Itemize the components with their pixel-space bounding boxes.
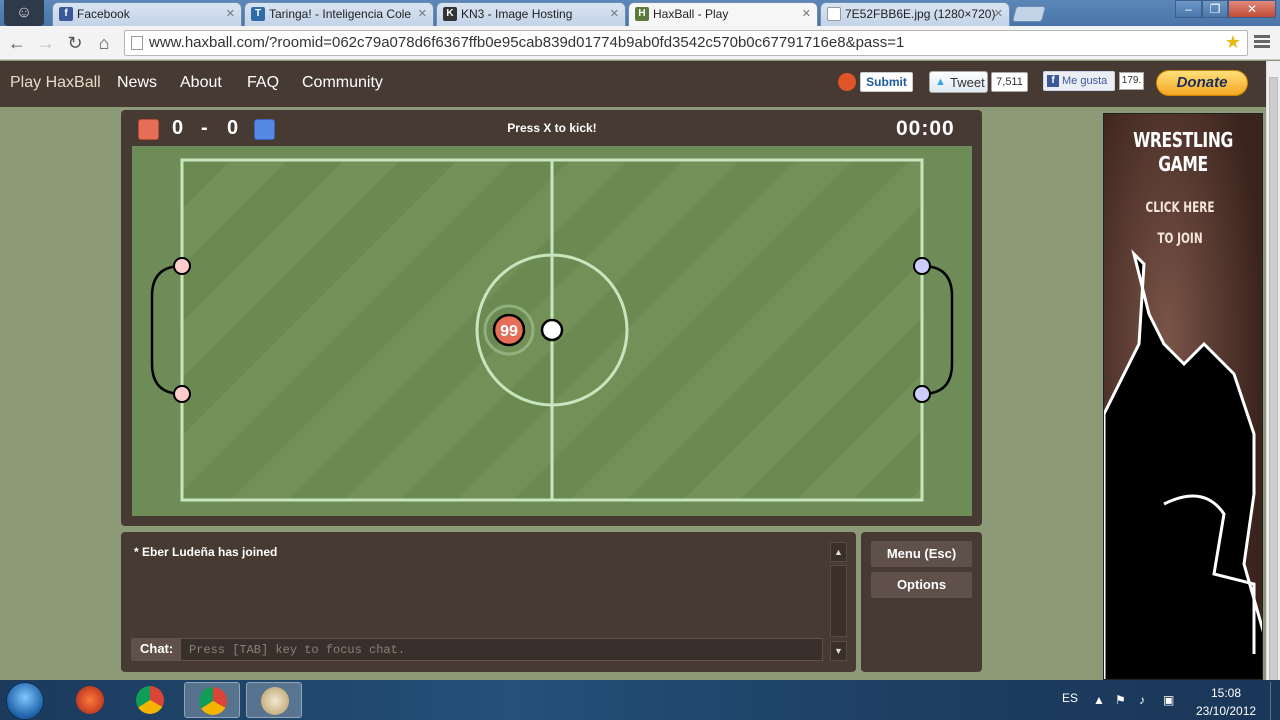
tab-kn3[interactable]: K KN3 - Image Hosting ✕ [436,2,626,26]
red-score: 0 [172,117,184,139]
nav-about[interactable]: About [180,74,222,92]
donate-button[interactable]: Donate [1156,70,1248,96]
tab-haxball[interactable]: H HaxBall - Play ✕ [628,2,818,26]
taskbar-chrome-active[interactable] [184,682,240,718]
language-indicator[interactable]: ES [1062,691,1078,705]
wrestler-silhouette-icon [1104,249,1262,679]
player-number: 99 [500,323,518,340]
brand-link[interactable]: Play HaxBall [10,74,101,92]
url-text: www.haxball.com/?roomid=062c79a078d6f636… [149,34,905,51]
taskbar-paint[interactable] [246,682,302,718]
reload-icon[interactable]: ↻ [64,32,86,54]
right-goal-net [921,264,954,396]
tab-label: HaxBall - Play [653,7,729,21]
maximize-button[interactable]: ❐ [1202,0,1228,18]
close-icon[interactable]: ✕ [418,7,427,20]
left-goal-net [150,264,183,396]
profile-avatar-icon[interactable]: ☺ [4,0,44,26]
tweet-button[interactable]: ▲ Tweet [929,71,988,93]
scrollbar-thumb[interactable] [1269,77,1278,687]
menu-button[interactable]: Menu (Esc) [871,541,972,567]
network-icon[interactable]: ▣ [1163,693,1174,707]
kick-hint: Press X to kick! [507,121,597,135]
tab-label: Facebook [77,7,130,21]
chat-label: Chat: [140,641,174,656]
soccer-pitch[interactable]: 99 [132,146,972,516]
ad-cta-line-1: CLICK HERE [1145,200,1215,216]
chat-scroll-up-icon[interactable]: ▲ [830,542,847,562]
left-goal-post-bottom [173,385,191,403]
blue-score: 0 [227,117,239,139]
paint-icon [261,687,289,715]
chat-input[interactable] [180,638,823,661]
taringa-icon: T [251,7,265,21]
new-tab-button[interactable] [1011,6,1047,22]
ad-cta-line-2: TO JOIN [1157,231,1203,247]
chrome-icon [199,687,227,715]
kn3-icon: K [443,7,457,21]
ad-title: WRESTLING GAME [1133,128,1233,176]
tab-image[interactable]: 7E52FBB6E.jpg (1280×720) ✕ [820,2,1010,26]
right-goal-post-bottom [913,385,931,403]
nav-community[interactable]: Community [302,74,383,92]
volume-icon[interactable]: ♪ [1139,693,1145,707]
facebook-icon: f [1047,75,1059,87]
page-icon [131,36,143,50]
chat-scrollbar[interactable] [830,565,847,637]
close-icon[interactable]: ✕ [802,7,811,20]
app-icon [76,686,104,714]
close-icon[interactable]: ✕ [610,7,619,20]
clock-date[interactable]: 23/10/2012 [1196,704,1256,718]
show-hidden-icons-icon[interactable]: ▲ [1093,693,1105,707]
forward-icon[interactable]: → [35,32,57,54]
like-button[interactable]: f Me gusta [1043,71,1115,91]
options-button[interactable]: Options [871,572,972,598]
twitter-bird-icon: ▲ [935,76,946,88]
home-icon[interactable]: ⌂ [93,32,115,54]
page-icon [827,7,841,21]
chat-scroll-down-icon[interactable]: ▼ [830,641,847,661]
tab-label: Taringa! - Inteligencia Cole [269,7,412,21]
score-separator: - [201,117,208,139]
close-window-button[interactable]: ✕ [1228,0,1276,18]
start-button[interactable] [6,682,44,720]
back-icon[interactable]: ← [6,32,28,54]
like-label: Me gusta [1062,75,1108,87]
nav-news[interactable]: News [117,74,157,92]
minimize-button[interactable]: – [1175,0,1202,18]
tab-taringa[interactable]: T Taringa! - Inteligencia Cole ✕ [244,2,434,26]
clock-time[interactable]: 15:08 [1211,686,1241,700]
tweet-count: 7,511 [991,72,1028,92]
close-icon[interactable]: ✕ [226,7,235,20]
facebook-icon: f [59,7,73,21]
taskbar-app-1[interactable] [62,682,118,718]
taskbar-chrome[interactable] [122,682,178,718]
close-icon[interactable]: ✕ [994,7,1003,20]
submit-button[interactable]: Submit [860,72,913,92]
red-team-indicator [138,119,159,140]
page-scrollbar[interactable] [1266,61,1280,687]
haxball-icon: H [635,7,649,21]
stumbleupon-icon[interactable] [838,73,856,91]
tab-label: 7E52FBB6E.jpg (1280×720) [845,7,996,21]
chrome-icon [136,686,164,714]
left-goal-post-top [173,257,191,275]
wrestling-game-ad[interactable] [1103,113,1263,680]
tweet-label: Tweet [950,75,985,90]
bookmark-star-icon[interactable]: ★ [1225,32,1241,53]
address-bar[interactable]: www.haxball.com/?roomid=062c79a078d6f636… [124,30,1248,56]
action-center-icon[interactable]: ⚑ [1115,693,1126,707]
chat-message: * Eber Ludeña has joined [134,545,278,559]
like-count: 179. [1119,72,1144,90]
right-goal-post-top [913,257,931,275]
blue-team-indicator [254,119,275,140]
ball [540,318,564,342]
show-desktop-button[interactable] [1270,682,1280,720]
game-timer: 00:00 [896,117,955,140]
chrome-menu-icon[interactable] [1254,33,1270,51]
tab-label: KN3 - Image Hosting [461,7,573,21]
nav-faq[interactable]: FAQ [247,74,279,92]
tab-facebook[interactable]: f Facebook ✕ [52,2,242,26]
